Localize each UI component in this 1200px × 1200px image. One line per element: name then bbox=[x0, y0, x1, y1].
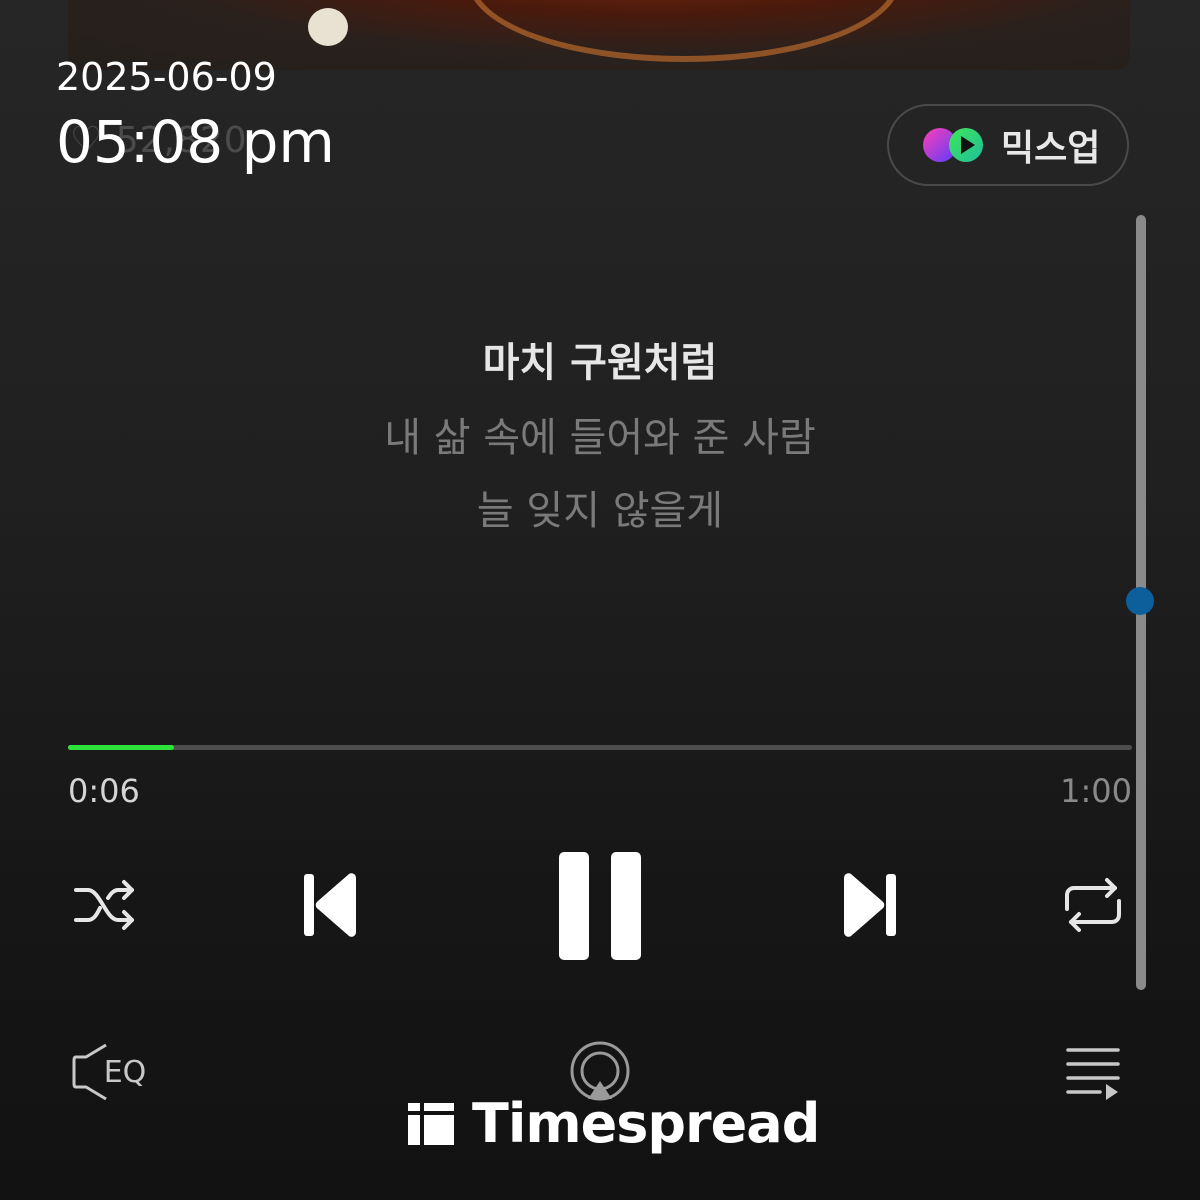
overlay-time: 05:08 pm bbox=[56, 108, 335, 176]
lyric-current-line[interactable]: 마치 구원처럼 bbox=[0, 330, 1200, 388]
watermark: Timespread bbox=[408, 1092, 820, 1155]
overlay-date: 2025-06-09 bbox=[56, 55, 277, 99]
previous-icon bbox=[304, 873, 356, 937]
mixup-icon bbox=[923, 128, 983, 162]
eq-label: EQ bbox=[103, 1054, 147, 1090]
lyric-next-line[interactable]: 늘 잊지 않을게 bbox=[0, 478, 1200, 536]
repeat-button[interactable] bbox=[1058, 873, 1128, 937]
scrollbar-thumb[interactable] bbox=[1126, 587, 1154, 615]
next-button[interactable] bbox=[835, 868, 905, 942]
eq-button[interactable]: EQ bbox=[66, 1040, 150, 1104]
playlist-icon bbox=[1066, 1048, 1120, 1100]
pause-icon bbox=[559, 852, 641, 960]
shuffle-button[interactable] bbox=[70, 875, 140, 935]
mixup-button[interactable]: 믹스업 bbox=[887, 104, 1129, 186]
mixup-label: 믹스업 bbox=[1001, 128, 1101, 169]
watermark-text: Timespread bbox=[472, 1092, 820, 1155]
total-time: 1:00 bbox=[1060, 772, 1132, 810]
progress-fill bbox=[68, 745, 175, 750]
repeat-icon bbox=[1065, 878, 1121, 932]
progress-bar[interactable] bbox=[68, 745, 1132, 750]
elapsed-time: 0:06 bbox=[68, 772, 140, 810]
timespread-logo-icon bbox=[408, 1102, 454, 1145]
previous-button[interactable] bbox=[295, 868, 365, 942]
lyric-next-line[interactable]: 내 삶 속에 들어와 준 사람 bbox=[0, 405, 1200, 463]
playlist-button[interactable] bbox=[1060, 1045, 1124, 1101]
shuffle-icon bbox=[74, 880, 134, 930]
pause-button[interactable] bbox=[552, 845, 648, 965]
next-icon bbox=[844, 873, 896, 937]
